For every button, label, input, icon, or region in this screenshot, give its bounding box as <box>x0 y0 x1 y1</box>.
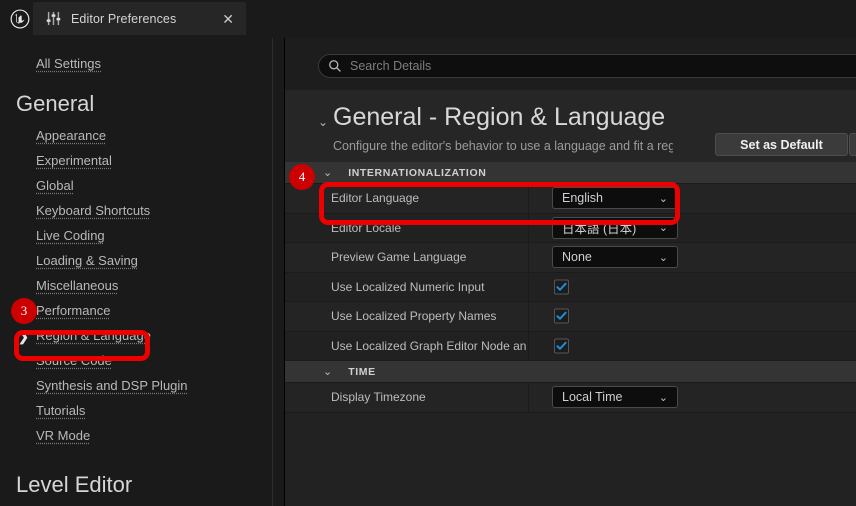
sidebar-group-general: General <box>16 91 94 117</box>
column-separator <box>528 243 529 272</box>
chevron-down-icon: ⌄ <box>659 221 668 234</box>
property-label: Editor Language <box>331 191 527 205</box>
sidebar-item-loading-saving[interactable]: Loading & Saving <box>36 253 138 268</box>
sidebar-item-performance[interactable]: Performance <box>36 303 110 318</box>
check-icon <box>556 281 567 292</box>
property-list: ⌄ INTERNATIONALIZATION Editor Language E… <box>285 162 856 506</box>
editor-preferences-window: Editor Preferences ✕ All Settings Genera… <box>0 0 856 506</box>
use-localized-numeric-input-checkbox[interactable] <box>554 279 569 294</box>
close-icon[interactable]: ✕ <box>222 12 234 26</box>
use-localized-graph-editor-checkbox[interactable] <box>554 338 569 353</box>
property-row-editor-language: Editor Language English ⌄ <box>285 184 856 214</box>
annotation-badge-4: 4 <box>289 164 315 190</box>
sidebar-item-region-language[interactable]: Region & Language <box>36 328 151 343</box>
sliders-icon <box>45 11 61 27</box>
chevron-down-icon: ⌄ <box>323 365 332 378</box>
property-row-use-localized-graph-editor: Use Localized Graph Editor Node and Pin … <box>285 332 856 362</box>
tab-editor-preferences[interactable]: Editor Preferences ✕ <box>33 2 246 35</box>
property-row-display-timezone: Display Timezone Local Time ⌄ <box>285 383 856 413</box>
sidebar-item-keyboard-shortcuts[interactable]: Keyboard Shortcuts <box>36 203 150 218</box>
property-label: Use Localized Graph Editor Node and Pin … <box>331 339 527 353</box>
sidebar-item-experimental[interactable]: Experimental <box>36 153 112 168</box>
property-label: Editor Locale <box>331 221 527 235</box>
check-icon <box>556 340 567 351</box>
annotation-badge-3: 3 <box>11 298 37 324</box>
section-label: INTERNATIONALIZATION <box>348 167 486 179</box>
chevron-down-icon: ⌄ <box>659 391 668 404</box>
search-row: Search Details <box>285 38 856 90</box>
chevron-down-icon: ⌄ <box>323 166 332 179</box>
set-as-default-button[interactable]: Set as Default <box>715 133 848 156</box>
column-separator <box>528 383 529 412</box>
tab-label: Editor Preferences <box>71 12 176 26</box>
settings-sidebar: All Settings General Appearance Experime… <box>0 38 248 506</box>
column-separator <box>528 302 529 331</box>
sidebar-item-synthesis-dsp[interactable]: Synthesis and DSP Plugin <box>36 378 188 393</box>
chevron-down-icon: ⌄ <box>659 192 668 205</box>
dropdown-value: Local Time <box>562 390 622 404</box>
dropdown-value: 日本語 (日本) <box>562 218 636 237</box>
property-row-editor-locale: Editor Locale 日本語 (日本) ⌄ <box>285 214 856 244</box>
title-bar: Editor Preferences ✕ <box>0 0 856 38</box>
editor-language-dropdown[interactable]: English ⌄ <box>552 187 678 209</box>
search-placeholder: Search Details <box>350 59 431 73</box>
chevron-down-icon: ⌄ <box>659 251 668 264</box>
property-row-use-localized-numeric-input: Use Localized Numeric Input <box>285 273 856 303</box>
sidebar-item-global[interactable]: Global <box>36 178 74 193</box>
property-label: Display Timezone <box>331 390 527 404</box>
sidebar-item-live-coding[interactable]: Live Coding <box>36 228 105 243</box>
page-header: ⌄ General - Region & Language Configure … <box>285 90 856 162</box>
sidebar-item-appearance[interactable]: Appearance <box>36 128 106 143</box>
check-icon <box>556 311 567 322</box>
sidebar-item-miscellaneous[interactable]: Miscellaneous <box>36 278 118 293</box>
search-input[interactable]: Search Details <box>318 54 856 78</box>
dropdown-value: None <box>562 250 592 264</box>
sidebar-group-level-editor: Level Editor <box>16 472 132 498</box>
section-header-time[interactable]: ⌄ TIME <box>285 361 856 383</box>
display-timezone-dropdown[interactable]: Local Time ⌄ <box>552 386 678 408</box>
section-label: TIME <box>348 366 375 378</box>
editor-locale-dropdown[interactable]: 日本語 (日本) ⌄ <box>552 217 678 239</box>
column-separator <box>528 184 529 213</box>
chevron-down-icon[interactable]: ⌄ <box>318 115 328 129</box>
unreal-engine-logo-icon <box>6 5 34 33</box>
chevron-right-icon: ❯ <box>18 329 29 345</box>
secondary-action-button[interactable] <box>849 133 856 156</box>
property-row-use-localized-property-names: Use Localized Property Names <box>285 302 856 332</box>
page-title: General - Region & Language <box>333 103 665 132</box>
sidebar-item-vr-mode[interactable]: VR Mode <box>36 428 90 443</box>
sidebar-item-source-code[interactable]: Source Code <box>36 353 112 368</box>
property-label: Use Localized Property Names <box>331 309 527 323</box>
section-header-internationalization[interactable]: ⌄ INTERNATIONALIZATION <box>285 162 856 184</box>
page-description: Configure the editor's behavior to use a… <box>333 139 673 153</box>
dropdown-value: English <box>562 191 603 205</box>
property-label: Use Localized Numeric Input <box>331 280 527 294</box>
property-label: Preview Game Language <box>331 250 527 264</box>
use-localized-property-names-checkbox[interactable] <box>554 309 569 324</box>
details-panel: Search Details ⌄ General - Region & Lang… <box>285 38 856 506</box>
column-separator <box>528 332 529 361</box>
column-separator <box>528 214 529 243</box>
property-row-preview-game-language: Preview Game Language None ⌄ <box>285 243 856 273</box>
sidebar-item-all-settings[interactable]: All Settings <box>36 56 101 71</box>
sidebar-divider <box>272 38 273 506</box>
preview-game-language-dropdown[interactable]: None ⌄ <box>552 246 678 268</box>
search-icon <box>328 59 342 73</box>
sidebar-item-tutorials[interactable]: Tutorials <box>36 403 85 418</box>
column-separator <box>528 273 529 302</box>
